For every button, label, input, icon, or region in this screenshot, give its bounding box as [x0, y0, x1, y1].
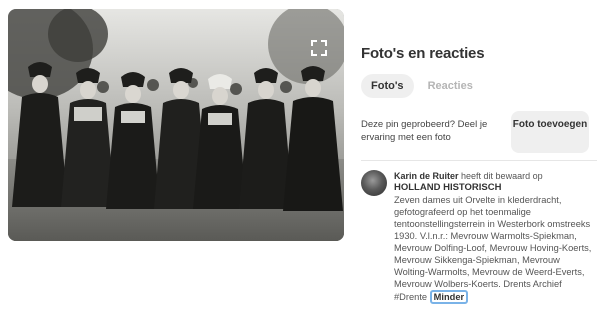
- tab-photos[interactable]: Foto's: [361, 74, 414, 98]
- add-photo-button[interactable]: Foto toevoegen: [511, 111, 589, 153]
- tab-comments[interactable]: Reacties: [418, 74, 483, 98]
- avatar[interactable]: [361, 170, 387, 196]
- pin-description: Zeven dames uit Orvelte in klederdracht,…: [394, 194, 594, 304]
- add-photo-prompt: Deze pin geprobeerd? Deel je ervaring me…: [361, 111, 597, 155]
- tab-bar: Foto's Reacties: [361, 74, 483, 98]
- photos-and-comments-panel: Foto's en reacties Foto's Reacties Deze …: [361, 0, 597, 333]
- historical-photo-image: [8, 9, 344, 241]
- less-button[interactable]: Minder: [429, 290, 469, 304]
- prompt-text: Deze pin geprobeerd? Deel je ervaring me…: [361, 119, 488, 143]
- pin-saved-info: Karin de Ruiter heeft dit bewaard op HOL…: [394, 171, 597, 193]
- description-text: Zeven dames uit Orvelte in klederdracht,…: [394, 195, 592, 302]
- saved-text: heeft dit bewaard op: [461, 171, 543, 181]
- board-link[interactable]: HOLLAND HISTORISCH: [394, 182, 597, 193]
- panel-title: Foto's en reacties: [361, 45, 485, 62]
- expand-icon[interactable]: [308, 37, 330, 59]
- divider: [361, 160, 597, 161]
- pin-photo[interactable]: [8, 9, 344, 241]
- pin-author-link[interactable]: Karin de Ruiter: [394, 171, 459, 181]
